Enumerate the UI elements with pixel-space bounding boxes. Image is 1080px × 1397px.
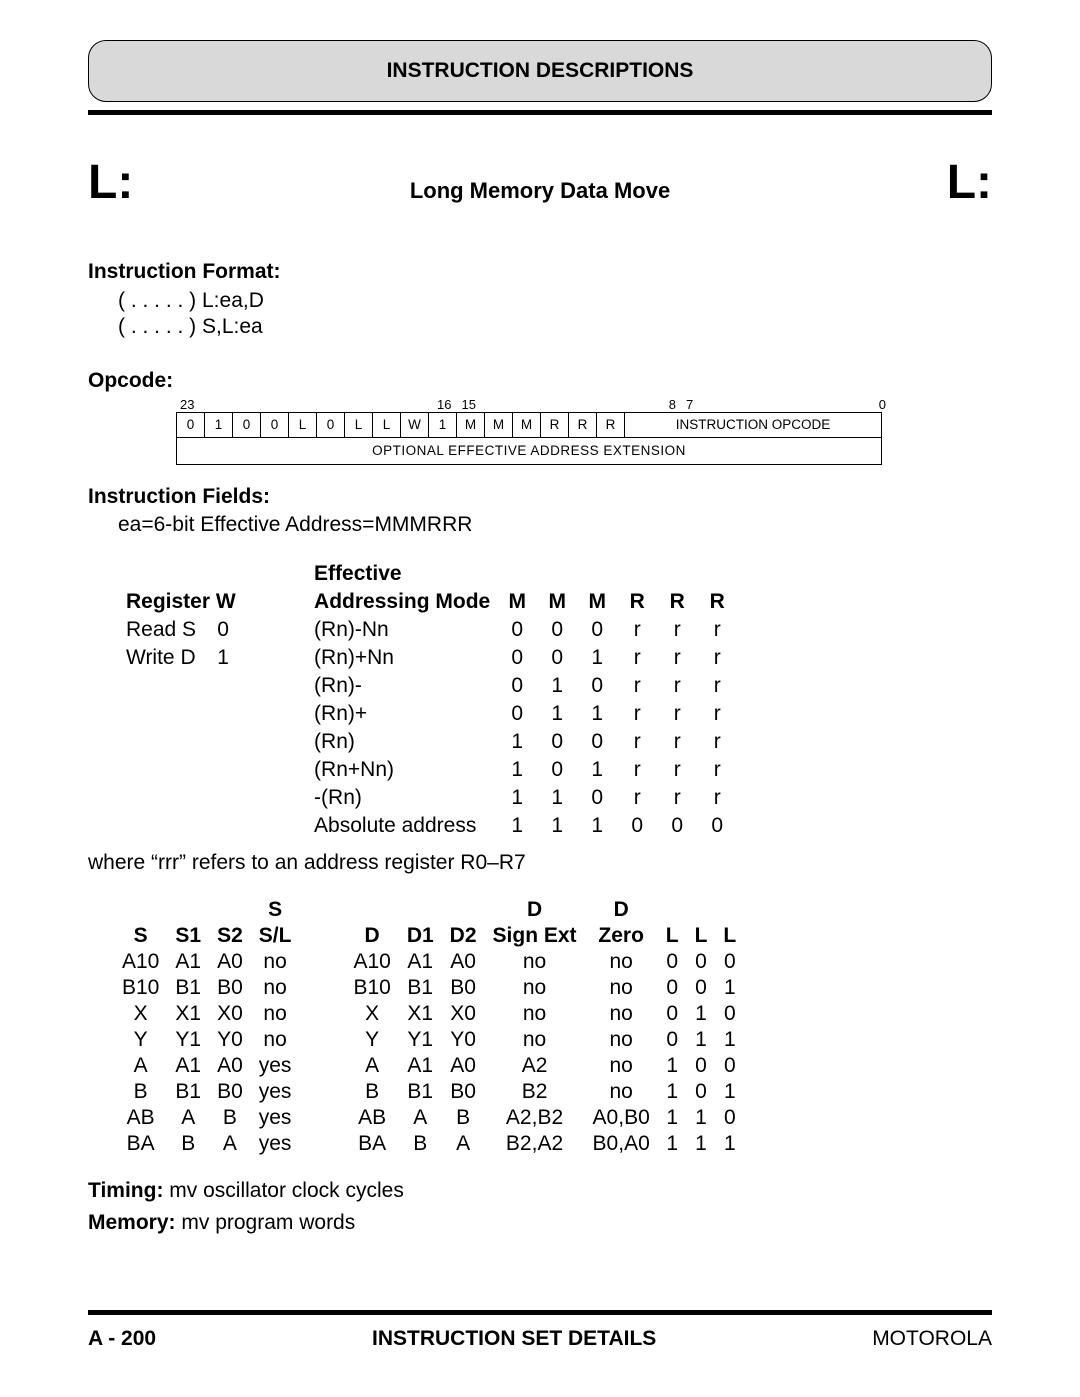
ea-row: (Rn)100rrr — [120, 729, 736, 755]
ea-row: Read S0(Rn)-Nn000rrr — [120, 617, 736, 643]
footer-vendor: MOTOROLA — [872, 1327, 992, 1351]
register-encoding-table: SDD SS1S2S/LDD1D2Sign ExtZeroLLL A10A1A0… — [114, 897, 744, 1157]
format-heading: Instruction Format: — [88, 260, 992, 284]
ea-row: -(Rn)110rrr — [120, 785, 736, 811]
bitnum: 16 — [437, 397, 451, 412]
fields-desc: ea=6-bit Effective Address=MMMRRR — [118, 513, 992, 537]
opcode-bits-row: 0 1 0 0 L 0 L L W 1 M M M R R R INSTRUCT… — [177, 412, 882, 437]
table-row: ABAByesABABA2,B2A0,B0110 — [114, 1105, 744, 1131]
memory-line: Memory: mv program words — [88, 1211, 992, 1235]
table-row: BB1B0yesBB1B0B2no101 — [114, 1079, 744, 1105]
page-footer: A - 200 INSTRUCTION SET DETAILS MOTOROLA — [88, 1327, 992, 1351]
format-line-1: ( . . . . . ) L:ea,D — [118, 288, 992, 314]
bitnum: 23 — [180, 397, 437, 412]
mnemonic-right: L: — [947, 155, 992, 210]
fields-heading: Instruction Fields: — [88, 485, 992, 509]
table-row: B10B1B0noB10B1B0nono001 — [114, 975, 744, 1001]
footer-section: INSTRUCTION SET DETAILS — [372, 1327, 656, 1351]
opcode-heading: Opcode: — [88, 369, 992, 393]
table-row: BABAyesBABAB2,A2B0,A0111 — [114, 1131, 744, 1157]
ea-row: Absolute address111000 — [120, 813, 736, 839]
timing-line: Timing: mv oscillator clock cycles — [88, 1179, 992, 1203]
section-header-text: INSTRUCTION DESCRIPTIONS — [387, 59, 694, 83]
header-rule — [88, 110, 992, 115]
table-row: A10A1A0noA10A1A0nono000 — [114, 949, 744, 975]
bitnum: 0 — [693, 397, 886, 412]
instruction-name: Long Memory Data Move — [410, 178, 670, 204]
table-row: AA1A0yesAA1A0A2no100 — [114, 1053, 744, 1079]
footer-rule — [88, 1310, 992, 1315]
ea-header: Addressing Mode — [308, 589, 496, 615]
opcode-bit-numbers: 23 16 15 8 7 0 — [176, 397, 890, 412]
table-row: YY1Y0noYY1Y0nono011 — [114, 1027, 744, 1053]
ea-row: Write D1(Rn)+Nn001rrr — [120, 645, 736, 671]
regW-header: Register W — [120, 589, 242, 615]
opcode-ext-row: OPTIONAL EFFECTIVE ADDRESS EXTENSION — [177, 437, 882, 464]
page-number: A - 200 — [88, 1327, 156, 1351]
opcode-field: INSTRUCTION OPCODE — [625, 412, 882, 437]
timing-label: Timing: — [88, 1179, 163, 1202]
rrr-note: where “rrr” refers to an address registe… — [88, 851, 992, 875]
ea-row: (Rn)+011rrr — [120, 701, 736, 727]
ea-row: (Rn+Nn)101rrr — [120, 757, 736, 783]
bitnum: 15 — [462, 397, 476, 412]
opcode-table: 0 1 0 0 L 0 L L W 1 M M M R R R INSTRUCT… — [176, 412, 882, 465]
bitnum: 8 — [669, 397, 676, 412]
bitnum: 7 — [686, 397, 693, 412]
ea-header: Effective — [308, 561, 496, 587]
format-lines: ( . . . . . ) L:ea,D ( . . . . . ) S,L:e… — [118, 288, 992, 341]
mnemonic-left: L: — [88, 155, 133, 210]
format-line-2: ( . . . . . ) S,L:ea — [118, 314, 992, 340]
instruction-title-row: L: Long Memory Data Move L: — [88, 155, 992, 210]
table-row: XX1X0noXX1X0nono010 — [114, 1001, 744, 1027]
memory-label: Memory: — [88, 1211, 176, 1234]
section-header: INSTRUCTION DESCRIPTIONS — [88, 40, 992, 102]
ea-row: (Rn)-010rrr — [120, 673, 736, 699]
ea-table: Effective Register W Addressing Mode M M… — [118, 559, 992, 841]
